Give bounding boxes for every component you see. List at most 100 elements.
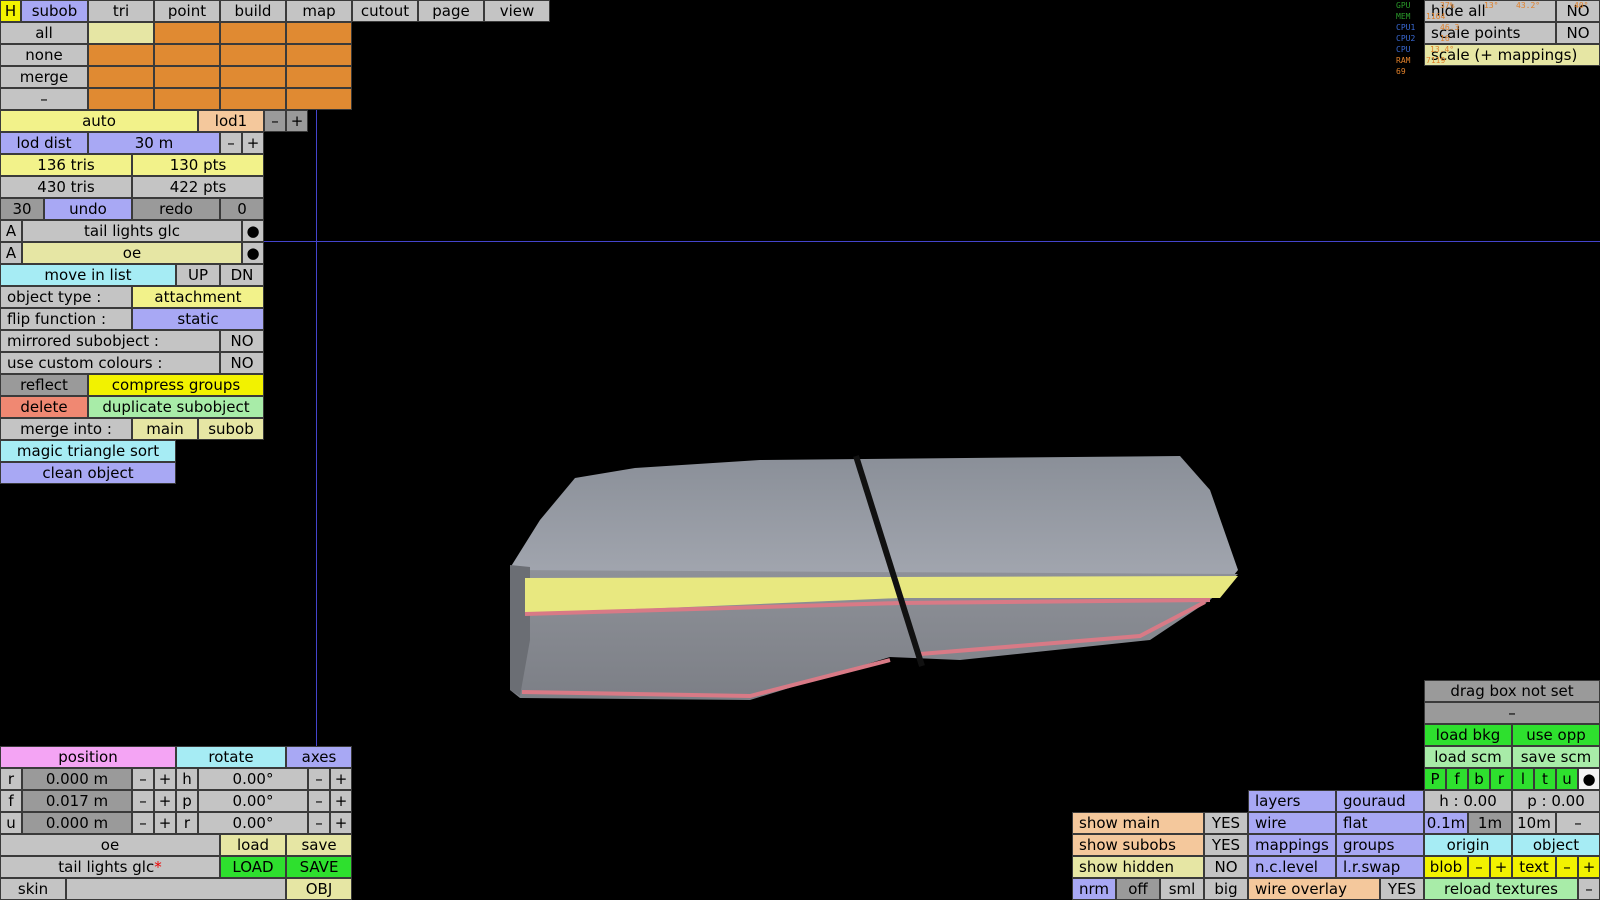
- rotate-minus-button[interactable]: –: [308, 790, 330, 812]
- view-f-button[interactable]: f: [1446, 768, 1468, 790]
- subob-slot[interactable]: [154, 22, 220, 44]
- lr-swap-button[interactable]: l.r.swap: [1336, 856, 1424, 878]
- duplicate-subobject-button[interactable]: duplicate subobject: [88, 396, 264, 418]
- axes-tab[interactable]: axes: [286, 746, 352, 768]
- rotate-plus-button[interactable]: +: [330, 768, 352, 790]
- flat-button[interactable]: flat: [1336, 812, 1424, 834]
- object-flag[interactable]: A: [0, 242, 22, 264]
- merge-button[interactable]: merge: [0, 66, 88, 88]
- text-button[interactable]: text: [1512, 856, 1556, 878]
- subob-slot[interactable]: [220, 66, 286, 88]
- view-b-button[interactable]: b: [1468, 768, 1490, 790]
- step-1m-button[interactable]: 1m: [1468, 812, 1512, 834]
- size-nrm-button[interactable]: nrm: [1072, 878, 1116, 900]
- load-subob-button[interactable]: LOAD: [220, 856, 286, 878]
- rotate-minus-button[interactable]: –: [308, 768, 330, 790]
- object-type-value[interactable]: attachment: [132, 286, 264, 308]
- position-f-value[interactable]: 0.017 m: [22, 790, 132, 812]
- view-p-button[interactable]: P: [1424, 768, 1446, 790]
- rotate-h-value[interactable]: 0.00°: [198, 768, 308, 790]
- tab-point[interactable]: point: [154, 0, 220, 22]
- subob-slot[interactable]: [154, 44, 220, 66]
- position-u-value[interactable]: 0.000 m: [22, 812, 132, 834]
- lod-auto-button[interactable]: auto: [0, 110, 198, 132]
- scale-points-toggle[interactable]: NO: [1556, 22, 1600, 44]
- object-visible-dot[interactable]: ●: [242, 242, 264, 264]
- skin-field[interactable]: [66, 878, 286, 900]
- lod-dist-value[interactable]: 30 m: [88, 132, 220, 154]
- position-tab[interactable]: position: [0, 746, 176, 768]
- text-minus-button[interactable]: –: [1556, 856, 1578, 878]
- rotate-plus-button[interactable]: +: [330, 790, 352, 812]
- drag-box-dash[interactable]: –: [1424, 702, 1600, 724]
- file-name-main[interactable]: oe: [0, 834, 220, 856]
- view-u-button[interactable]: u: [1556, 768, 1578, 790]
- step-minus-button[interactable]: –: [1556, 812, 1600, 834]
- subob-slot[interactable]: [286, 22, 352, 44]
- object-flag[interactable]: A: [0, 220, 22, 242]
- groups-button[interactable]: groups: [1336, 834, 1424, 856]
- wire-overlay-toggle[interactable]: YES: [1380, 878, 1424, 900]
- rotate-r-value[interactable]: 0.00°: [198, 812, 308, 834]
- h-button[interactable]: H: [0, 0, 21, 22]
- move-up-button[interactable]: UP: [176, 264, 220, 286]
- rotate-tab[interactable]: rotate: [176, 746, 286, 768]
- position-plus-button[interactable]: +: [154, 790, 176, 812]
- lod-dist-plus-button[interactable]: +: [242, 132, 264, 154]
- obj-button[interactable]: OBJ: [286, 878, 352, 900]
- subob-slot[interactable]: [88, 66, 154, 88]
- magic-triangle-sort-button[interactable]: magic triangle sort: [0, 440, 176, 462]
- lod-plus-button[interactable]: +: [286, 110, 308, 132]
- mappings-button[interactable]: mappings: [1248, 834, 1336, 856]
- layers-button[interactable]: layers: [1248, 790, 1336, 812]
- object-button[interactable]: object: [1512, 834, 1600, 856]
- custom-colours-toggle[interactable]: NO: [220, 352, 264, 374]
- redo-button[interactable]: redo: [132, 198, 220, 220]
- flip-function-value[interactable]: static: [132, 308, 264, 330]
- save-button[interactable]: save: [286, 834, 352, 856]
- select-all-button[interactable]: all: [0, 22, 88, 44]
- lod-name[interactable]: lod1: [198, 110, 264, 132]
- undo-button[interactable]: undo: [44, 198, 132, 220]
- size-sml-button[interactable]: sml: [1160, 878, 1204, 900]
- subob-slot[interactable]: [88, 88, 154, 110]
- load-button[interactable]: load: [220, 834, 286, 856]
- skin-button[interactable]: skin: [0, 878, 66, 900]
- position-minus-button[interactable]: –: [132, 812, 154, 834]
- clean-object-button[interactable]: clean object: [0, 462, 176, 484]
- object-item[interactable]: tail lights glc: [22, 220, 242, 242]
- reflect-button[interactable]: reflect: [0, 374, 88, 396]
- object-visible-dot[interactable]: ●: [242, 220, 264, 242]
- origin-button[interactable]: origin: [1424, 834, 1512, 856]
- tab-view[interactable]: view: [484, 0, 550, 22]
- save-subob-button[interactable]: SAVE: [286, 856, 352, 878]
- position-plus-button[interactable]: +: [154, 768, 176, 790]
- step-01m-button[interactable]: 0.1m: [1424, 812, 1468, 834]
- rotate-p-value[interactable]: 0.00°: [198, 790, 308, 812]
- merge-into-main-button[interactable]: main: [132, 418, 198, 440]
- position-minus-button[interactable]: –: [132, 768, 154, 790]
- subob-slot[interactable]: [88, 44, 154, 66]
- tab-build[interactable]: build: [220, 0, 286, 22]
- rotate-plus-button[interactable]: +: [330, 812, 352, 834]
- view-t-button[interactable]: t: [1534, 768, 1556, 790]
- load-bkg-button[interactable]: load bkg: [1424, 724, 1512, 746]
- tab-cutout[interactable]: cutout: [352, 0, 418, 22]
- merge-into-subob-button[interactable]: subob: [198, 418, 264, 440]
- tab-tri[interactable]: tri: [88, 0, 154, 22]
- position-r-value[interactable]: 0.000 m: [22, 768, 132, 790]
- lod-dist-minus-button[interactable]: –: [220, 132, 242, 154]
- nc-level-button[interactable]: n.c.level: [1248, 856, 1336, 878]
- reload-dash-button[interactable]: –: [1578, 878, 1600, 900]
- subob-slot[interactable]: [220, 22, 286, 44]
- position-plus-button[interactable]: +: [154, 812, 176, 834]
- view-r-button[interactable]: r: [1490, 768, 1512, 790]
- subob-slot[interactable]: [88, 22, 154, 44]
- subob-slot[interactable]: [220, 44, 286, 66]
- object-item-selected[interactable]: oe: [22, 242, 242, 264]
- size-off-button[interactable]: off: [1116, 878, 1160, 900]
- compress-groups-button[interactable]: compress groups: [88, 374, 264, 396]
- move-down-button[interactable]: DN: [220, 264, 264, 286]
- gouraud-button[interactable]: gouraud: [1336, 790, 1424, 812]
- delete-button[interactable]: delete: [0, 396, 88, 418]
